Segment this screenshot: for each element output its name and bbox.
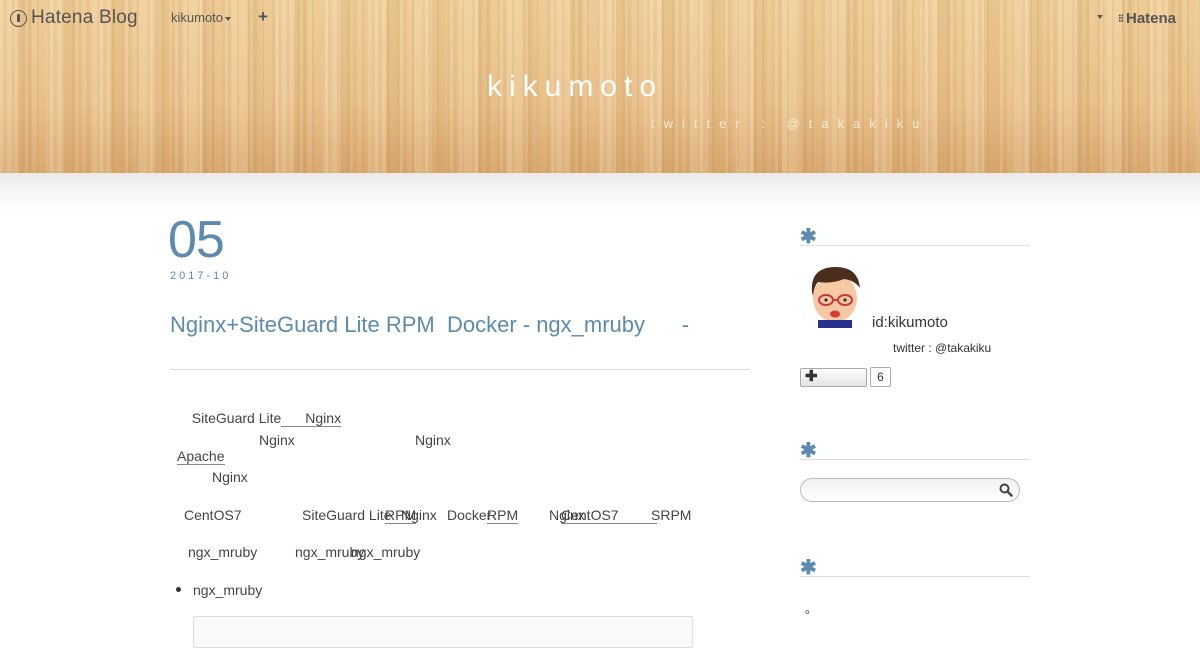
blog-subtitle: twitter : @takakiku [651,116,929,131]
profile-id[interactable]: id:kikumoto [872,314,948,331]
write-entry-plus-icon[interactable]: + [258,7,268,27]
hatena-blog-logo[interactable]: Hatena Blog [10,7,138,28]
paragraph-text: ngx_mruby [351,544,421,560]
subscribe-button[interactable]: ✚ [800,368,867,387]
entry-paragraph-1: SiteGuard Lite Nginx [184,394,342,427]
sidebar-text: 。 [805,602,818,616]
keyword-link-rpm-2[interactable]: RPM [487,507,519,524]
paragraph-text: SiteGuard Lite [302,507,392,523]
search-input[interactable] [800,478,1020,502]
entry-title[interactable]: Nginx+SiteGuard Lite RPM Docker - ngx_mr… [170,312,689,338]
paragraph-text: SRPM [651,507,692,523]
paragraph-text: Nginx [401,507,437,523]
list-item: ngx_mruby [193,582,263,598]
paragraph-text: ngx_mruby [188,544,258,560]
entry-paragraph-3: Nginx [212,469,248,485]
keyword-link-nginx[interactable]: Nginx [281,410,342,427]
entry-divider [170,369,750,370]
header-shadow [0,173,1200,213]
chevron-down-icon[interactable] [1097,15,1103,19]
chevron-down-icon [225,16,232,21]
entry-date-year-month[interactable]: 2017-10 [170,270,231,282]
paragraph-text: Docker [447,507,492,523]
blog-title[interactable]: kikumoto [0,70,1150,104]
paragraph-text: Nginx [259,432,295,448]
paragraph-text: CentOS7 [184,507,242,523]
module-divider [800,576,1030,577]
hatena-logo[interactable]: ⁝⁝ Hatena [1118,10,1176,27]
avatar[interactable] [804,262,866,328]
hatena-blog-pen-icon [10,9,27,27]
global-header-bar: Hatena Blog kikumoto + ⁝⁝ Hatena [0,0,1200,36]
module-divider [800,459,1030,460]
keyword-link-centos7[interactable]: CentOS7 [561,507,657,524]
subscriber-count: 6 [870,367,891,387]
code-block [193,616,693,648]
user-menu[interactable]: kikumoto [171,10,232,25]
plus-icon: ✚ [805,368,818,385]
paragraph-text: Nginx [415,432,451,448]
hatena-logo-text: Hatena [1126,10,1177,27]
bullet-icon [176,587,181,592]
paragraph-text: SiteGuard Lite [191,410,282,426]
search-icon[interactable] [999,483,1013,497]
hatena-mark-icon: ⁝⁝ [1118,13,1124,25]
entry-date-day[interactable]: 05 [168,210,225,270]
profile-description: twitter : @takakiku [893,341,992,355]
module-divider [800,245,1030,246]
user-name: kikumoto [171,10,224,25]
keyword-link-apache[interactable]: Apache [177,448,225,465]
hatena-blog-logo-text: Hatena Blog [31,7,138,28]
entry-paragraph-2: Apache [170,432,225,465]
